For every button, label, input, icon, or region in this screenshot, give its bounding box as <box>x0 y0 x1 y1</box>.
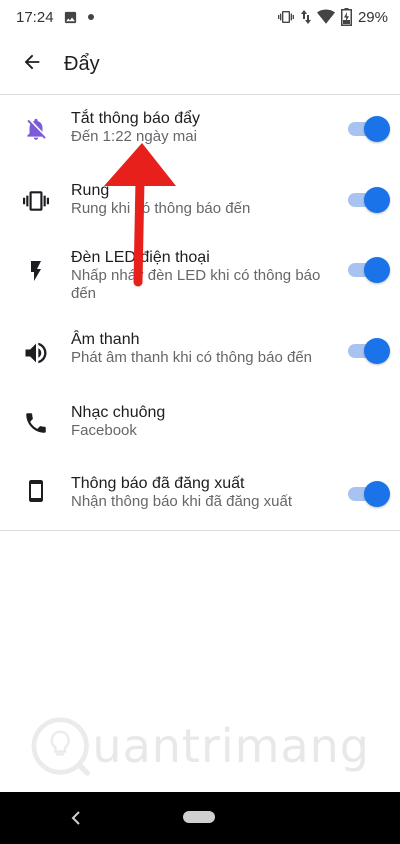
vibrate-toggle[interactable] <box>346 187 390 213</box>
toggle-thumb <box>364 481 390 507</box>
mute-toggle[interactable] <box>346 116 390 142</box>
toggle-thumb <box>364 187 390 213</box>
page-title: Đẩy <box>64 52 100 75</box>
nav-back-button[interactable] <box>62 804 90 832</box>
setting-row-sound[interactable]: Âm thanh Phát âm thanh khi có thông báo … <box>0 321 400 393</box>
image-icon <box>63 10 78 25</box>
setting-title: Âm thanh <box>71 331 140 348</box>
settings-list: Tắt thông báo đẩy Đến 1:22 ngày mai Rung… <box>0 94 400 531</box>
toggle-thumb <box>364 116 390 142</box>
setting-title: Đèn LED điện thoại <box>71 249 210 266</box>
setting-subtitle: Phát âm thanh khi có thông báo đến <box>71 349 313 366</box>
setting-row-ringtone[interactable]: Nhạc chuông Facebook <box>0 393 400 459</box>
status-time: 17:24 <box>16 8 54 26</box>
nav-home-pill[interactable] <box>183 811 215 823</box>
setting-title: Thông báo đã đăng xuất <box>71 475 245 492</box>
arrow-left-icon <box>21 51 43 78</box>
data-arrows-icon <box>300 9 311 25</box>
toggle-thumb <box>364 257 390 283</box>
app-bar: Đẩy <box>0 34 400 94</box>
smartphone-icon <box>20 475 52 507</box>
lightbulb-logo-icon <box>31 717 91 776</box>
setting-row-mute[interactable]: Tắt thông báo đẩy Đến 1:22 ngày mai <box>0 95 400 167</box>
setting-title: Nhạc chuông <box>71 404 166 421</box>
sound-toggle[interactable] <box>346 338 390 364</box>
setting-subtitle: Đến 1:22 ngày mai <box>71 128 197 145</box>
battery-percent: 29% <box>357 8 388 26</box>
speaker-icon <box>20 337 52 369</box>
vibrate-icon <box>277 9 295 25</box>
vibrate-phone-icon <box>20 185 52 217</box>
setting-title: Rung <box>71 182 110 199</box>
status-bar: 17:24 29% <box>0 0 400 34</box>
setting-subtitle: Rung khi có thông báo đến <box>71 200 251 217</box>
battery-icon <box>340 8 352 26</box>
setting-subtitle: Nhấp nháy đèn LED khi có thông báo đến <box>71 267 321 302</box>
setting-row-vibrate[interactable]: Rung Rung khi có thông báo đến <box>0 167 400 239</box>
toggle-thumb <box>364 338 390 364</box>
chevron-left-icon <box>71 811 80 825</box>
bell-off-icon <box>20 113 52 145</box>
navigation-bar <box>0 792 400 844</box>
watermark-text: uantrimang <box>92 719 370 773</box>
phone-icon <box>20 407 52 439</box>
setting-row-led[interactable]: Đèn LED điện thoại Nhấp nháy đèn LED khi… <box>0 239 400 321</box>
back-button[interactable] <box>0 34 64 94</box>
watermark: uantrimang <box>30 706 370 786</box>
wifi-icon <box>316 9 335 25</box>
setting-title: Tắt thông báo đẩy <box>71 110 200 127</box>
setting-row-logged-out[interactable]: Thông báo đã đăng xuất Nhận thông báo kh… <box>0 459 400 531</box>
led-toggle[interactable] <box>346 257 390 283</box>
logged-out-toggle[interactable] <box>346 481 390 507</box>
dot-icon <box>87 13 95 21</box>
setting-subtitle: Nhận thông báo khi đã đăng xuất <box>71 493 293 510</box>
lightning-icon <box>20 255 52 287</box>
setting-subtitle: Facebook <box>71 422 137 439</box>
